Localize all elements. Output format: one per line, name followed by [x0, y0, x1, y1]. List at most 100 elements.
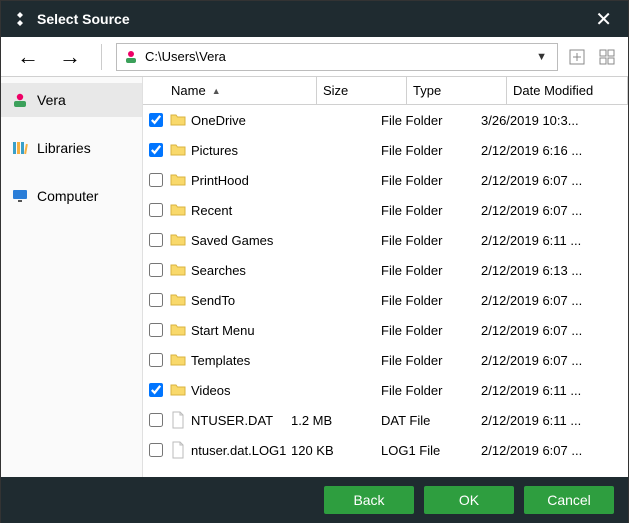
row-date: 2/12/2019 6:07 ... [481, 443, 628, 458]
row-checkbox[interactable] [149, 383, 163, 397]
row-type: File Folder [381, 293, 481, 308]
sidebar-item-label: Computer [37, 188, 98, 204]
path-dropdown-icon[interactable]: ▼ [532, 51, 551, 63]
row-date: 2/12/2019 6:16 ... [481, 143, 628, 158]
nav-back-button[interactable]: ← [11, 44, 45, 70]
row-checkbox[interactable] [149, 413, 163, 427]
file-row[interactable]: SearchesFile Folder2/12/2019 6:13 ... [143, 255, 628, 285]
row-name: Templates [191, 353, 291, 368]
row-date: 2/12/2019 6:11 ... [481, 233, 628, 248]
row-type: File Folder [381, 113, 481, 128]
close-button[interactable]: ✕ [589, 7, 618, 32]
view-mode-button[interactable] [596, 46, 618, 68]
row-checkbox[interactable] [149, 443, 163, 457]
cancel-button[interactable]: Cancel [524, 486, 614, 514]
file-row[interactable]: NTUSER.DAT1.2 MBDAT File2/12/2019 6:11 .… [143, 405, 628, 435]
row-checkbox[interactable] [149, 323, 163, 337]
file-icon [165, 441, 191, 459]
row-name: OneDrive [191, 113, 291, 128]
row-checkbox[interactable] [149, 203, 163, 217]
sidebar: Vera Libraries Computer [1, 77, 143, 477]
file-row[interactable]: Pictures File Folder2/12/2019 6:16 ... [143, 135, 628, 165]
sidebar-item-libraries[interactable]: Libraries [1, 131, 142, 165]
folder-icon [165, 231, 191, 249]
row-type: DAT File [381, 413, 481, 428]
row-type: LOG1 File [381, 443, 481, 458]
row-date: 3/26/2019 10:3... [481, 113, 628, 128]
toolbar: ← → C:\Users\Vera ▼ [1, 37, 628, 77]
row-name: Pictures [191, 143, 291, 158]
row-date: 2/12/2019 6:07 ... [481, 353, 628, 368]
file-row[interactable]: PrintHoodFile Folder2/12/2019 6:07 ... [143, 165, 628, 195]
row-checkbox[interactable] [149, 263, 163, 277]
main-area: Vera Libraries Computer Name▲ Size Type Da… [1, 77, 628, 477]
row-type: File Folder [381, 203, 481, 218]
path-input[interactable]: C:\Users\Vera ▼ [116, 43, 558, 71]
row-checkbox[interactable] [149, 143, 163, 157]
new-folder-button[interactable] [566, 46, 588, 68]
file-row[interactable]: ntuser.dat.LOG1120 KBLOG1 File2/12/2019 … [143, 435, 628, 465]
back-button[interactable]: Back [324, 486, 414, 514]
row-type: File Folder [381, 323, 481, 338]
file-row[interactable]: Start MenuFile Folder2/12/2019 6:07 ... [143, 315, 628, 345]
header-type[interactable]: Type [407, 77, 507, 104]
folder-icon [165, 261, 191, 279]
header-name[interactable]: Name▲ [165, 77, 317, 104]
header-size[interactable]: Size [317, 77, 407, 104]
row-size: 1.2 MB [291, 413, 381, 428]
nav-forward-button[interactable]: → [53, 44, 87, 70]
sidebar-item-label: Vera [37, 92, 66, 108]
row-checkbox[interactable] [149, 293, 163, 307]
folder-icon [165, 291, 191, 309]
file-row[interactable]: OneDrive File Folder3/26/2019 10:3... [143, 105, 628, 135]
footer: Back OK Cancel [1, 477, 628, 523]
row-type: File Folder [381, 263, 481, 278]
row-name: Videos [191, 383, 291, 398]
folder-icon [165, 351, 191, 369]
titlebar: Select Source ✕ [1, 1, 628, 37]
header-date[interactable]: Date Modified [507, 77, 628, 104]
row-date: 2/12/2019 6:11 ... [481, 383, 628, 398]
row-name: SendTo [191, 293, 291, 308]
row-type: File Folder [381, 143, 481, 158]
file-row[interactable]: Recent File Folder2/12/2019 6:07 ... [143, 195, 628, 225]
path-text: C:\Users\Vera [145, 49, 532, 64]
user-icon [123, 49, 139, 65]
row-name: Recent [191, 203, 291, 218]
folder-icon [165, 381, 191, 399]
folder-icon [165, 141, 191, 159]
row-checkbox[interactable] [149, 113, 163, 127]
content-area: Name▲ Size Type Date Modified OneDrive Fi… [143, 77, 628, 477]
row-type: File Folder [381, 233, 481, 248]
file-row[interactable]: Videos File Folder2/12/2019 6:11 ... [143, 375, 628, 405]
file-list[interactable]: OneDriveFile Folder3/26/2019 10:3...Pict… [143, 105, 628, 477]
row-name: ntuser.dat.LOG1 [191, 443, 291, 458]
file-row[interactable]: Saved Games File Folder2/12/2019 6:11 ... [143, 225, 628, 255]
row-date: 2/12/2019 6:07 ... [481, 293, 628, 308]
row-name: Searches [191, 263, 291, 278]
row-date: 2/12/2019 6:11 ... [481, 413, 628, 428]
monitor-icon [11, 187, 29, 205]
row-checkbox[interactable] [149, 233, 163, 247]
libraries-icon [11, 139, 29, 157]
row-size: 120 KB [291, 443, 381, 458]
ok-button[interactable]: OK [424, 486, 514, 514]
sidebar-item-computer[interactable]: Computer [1, 179, 142, 213]
divider [101, 44, 102, 70]
column-headers: Name▲ Size Type Date Modified [143, 77, 628, 105]
row-type: File Folder [381, 383, 481, 398]
sidebar-item-label: Libraries [37, 140, 91, 156]
sidebar-item-vera[interactable]: Vera [1, 83, 142, 117]
file-row[interactable]: SendTo File Folder2/12/2019 6:07 ... [143, 285, 628, 315]
app-logo-icon [11, 10, 29, 28]
row-checkbox[interactable] [149, 173, 163, 187]
row-name: PrintHood [191, 173, 291, 188]
file-icon [165, 411, 191, 429]
row-date: 2/12/2019 6:07 ... [481, 203, 628, 218]
row-name: Saved Games [191, 233, 291, 248]
row-name: NTUSER.DAT [191, 413, 291, 428]
sort-asc-icon: ▲ [212, 86, 221, 96]
row-type: File Folder [381, 353, 481, 368]
file-row[interactable]: Templates File Folder2/12/2019 6:07 ... [143, 345, 628, 375]
row-checkbox[interactable] [149, 353, 163, 367]
